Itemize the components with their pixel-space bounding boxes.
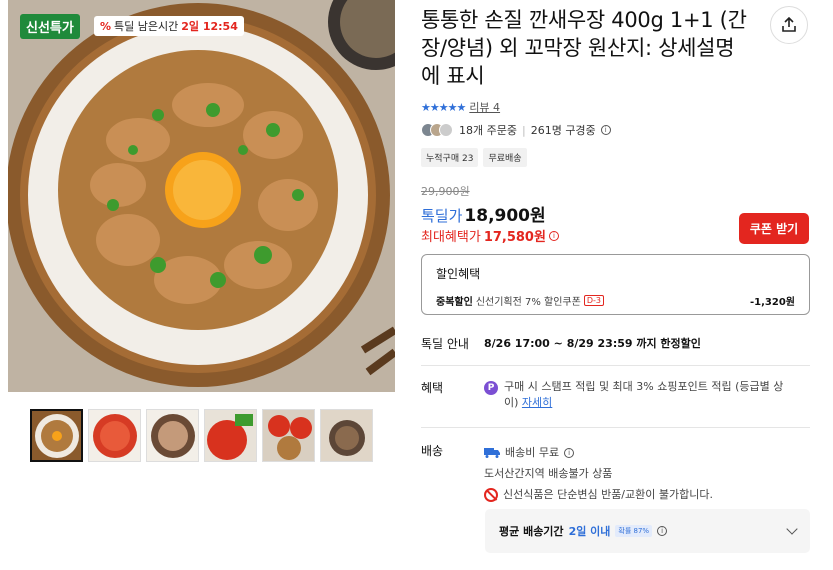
shipping-row: 배송 배송비 무료 i 도서산간지역 배송불가 상품 신선식품은 단순변심 반품… xyxy=(421,442,713,505)
shipping-area-line: 도서산간지역 배송불가 상품 xyxy=(484,463,713,484)
info-icon[interactable]: i xyxy=(657,526,668,536)
timer-value: 2일 12:54 xyxy=(181,20,238,33)
discount-key: 중복할인 xyxy=(436,297,473,308)
discount-box: 할인혜택 중복할인 신선기획전 7% 할인쿠폰 D-3 -1,320원 xyxy=(421,254,810,315)
chevron-down-icon[interactable] xyxy=(786,523,798,535)
divider: | xyxy=(521,123,526,137)
shipping-notice-line: 신선식품은 단순변심 반품/교환이 불가합니다. xyxy=(484,484,713,505)
product-tags: 누적구매 23 무료배송 xyxy=(421,148,527,167)
fresh-deal-badge: 신선특가 xyxy=(20,14,80,39)
shipping-area: 도서산간지역 배송불가 상품 xyxy=(484,467,613,480)
coupon-button[interactable]: 쿠폰 받기 xyxy=(739,213,809,244)
discount-value: 신선기획전 7% 할인쿠폰 xyxy=(475,297,581,308)
thumbnail-3[interactable] xyxy=(146,409,199,462)
timer-label: 특딜 남은시간 xyxy=(114,20,179,33)
share-button[interactable] xyxy=(770,6,808,44)
deal-price-row: 톡딜가 18,900원 xyxy=(421,201,546,226)
thumbnail-1[interactable] xyxy=(30,409,83,462)
info-icon[interactable]: i xyxy=(564,447,575,458)
percent-icon: % xyxy=(100,19,112,33)
share-icon xyxy=(782,17,796,32)
viewers-count: 261명 구경중 xyxy=(530,124,596,137)
thumbnail-image xyxy=(321,410,372,461)
thumbnail-image xyxy=(205,410,256,461)
discount-heading: 할인혜택 xyxy=(436,267,481,281)
thumbnail-2[interactable] xyxy=(88,409,141,462)
star-rating-icon: ★★★★★ xyxy=(421,100,466,114)
deal-timer-badge: % 특딜 남은시간 2일 12:54 xyxy=(94,16,244,36)
shipping-label: 배송 xyxy=(421,444,444,458)
shipping-fee-line: 배송비 무료 i xyxy=(484,442,713,463)
deal-info-label: 톡딜 안내 xyxy=(421,337,469,351)
original-price: 29,900원 xyxy=(421,185,470,198)
benefit-label: 혜택 xyxy=(421,381,444,395)
thumbnail-image xyxy=(89,410,140,461)
discount-row: 중복할인 신선기획전 7% 할인쿠폰 D-3 -1,320원 xyxy=(436,293,795,308)
thumbnail-4[interactable] xyxy=(204,409,257,462)
shipping-fee: 배송비 무료 xyxy=(505,446,560,459)
max-benefit-row: 최대혜택가 17,580원 i xyxy=(421,226,559,245)
shipping-notice: 신선식품은 단순변심 반품/교환이 불가합니다. xyxy=(503,488,713,501)
product-photo xyxy=(8,0,395,392)
shipping-lines: 배송비 무료 i 도서산간지역 배송불가 상품 신선식품은 단순변심 반품/교환… xyxy=(484,442,713,505)
delivery-probability-chip: 확률 87% xyxy=(615,525,653,537)
info-icon[interactable]: i xyxy=(600,125,611,135)
product-main-image[interactable]: 신선특가 % 특딜 남은시간 2일 12:54 xyxy=(8,0,395,392)
delivery-label: 평균 배송기간 xyxy=(499,525,564,538)
d-day-badge: D-3 xyxy=(583,295,604,306)
benefit-row: 혜택 P 구매 시 스탬프 적립 및 최대 3% 쇼핑포인트 적립 (등급별 상… xyxy=(421,379,794,411)
tag-cumulative-purchase: 누적구매 23 xyxy=(421,148,479,167)
deal-info-row: 톡딜 안내 8/26 17:00 ~ 8/29 23:59 까지 한정할인 xyxy=(421,335,701,352)
review-link[interactable]: 리뷰 4 xyxy=(469,99,500,115)
product-title: 통통한 손질 깐새우장 400g 1+1 (간장/양념) 외 꼬막장 원산지: … xyxy=(421,8,747,88)
divider xyxy=(421,427,810,428)
avatar xyxy=(439,123,453,137)
deal-price-label: 톡딜가 xyxy=(421,207,463,225)
prohibited-icon xyxy=(484,487,498,502)
discount-amount: -1,320원 xyxy=(750,297,795,308)
truck-icon xyxy=(484,448,500,458)
order-stats: 18개 주문중 | 261명 구경중 i xyxy=(421,122,611,138)
deal-price: 18,900원 xyxy=(464,206,546,226)
deal-info-value: 8/26 17:00 ~ 8/29 23:59 까지 한정할인 xyxy=(484,337,701,350)
orders-count: 18개 주문중 xyxy=(459,124,517,137)
thumbnail-image xyxy=(263,410,314,461)
point-icon: P xyxy=(484,381,498,395)
info-icon[interactable]: i xyxy=(548,230,559,241)
max-benefit-price: 17,580원 xyxy=(483,230,546,245)
thumbnail-strip xyxy=(30,409,373,462)
thumbnail-5[interactable] xyxy=(262,409,315,462)
rating-row: ★★★★★ 리뷰 4 xyxy=(421,99,500,115)
delivery-estimate[interactable]: 평균 배송기간 2일 이내 확률 87% i xyxy=(485,509,810,553)
product-page: 신선특가 % 특딜 남은시간 2일 12:54 통통한 손질 깐새우장 400g… xyxy=(0,0,833,570)
max-benefit-label: 최대혜택가 xyxy=(421,230,481,245)
divider xyxy=(421,365,810,366)
delivery-value: 2일 이내 xyxy=(568,525,611,538)
thumbnail-6[interactable] xyxy=(320,409,373,462)
buyer-avatars xyxy=(421,123,453,137)
benefit-detail-link[interactable]: 자세히 xyxy=(522,396,552,409)
thumbnail-image xyxy=(32,411,81,460)
tag-free-shipping: 무료배송 xyxy=(483,148,527,167)
benefit-text: 구매 시 스탬프 적립 및 최대 3% 쇼핑포인트 적립 (등급별 상이) 자세… xyxy=(504,379,794,411)
thumbnail-image xyxy=(147,410,198,461)
